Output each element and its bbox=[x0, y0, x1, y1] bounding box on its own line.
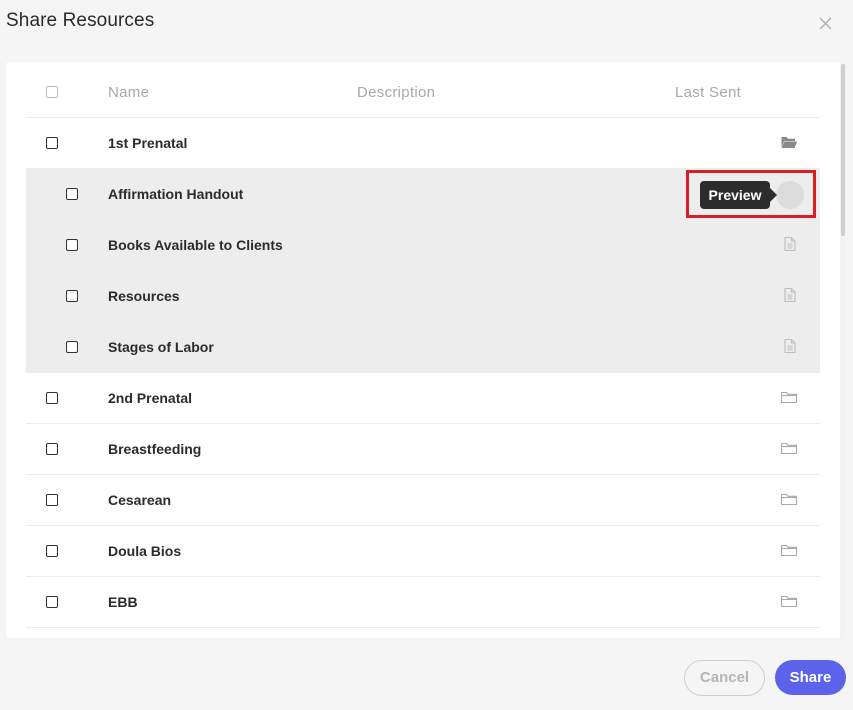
row-name: EBB bbox=[108, 594, 138, 610]
row-checkbox[interactable] bbox=[66, 239, 78, 251]
table-row[interactable]: Doula Bios bbox=[26, 526, 820, 577]
modal-title: Share Resources bbox=[6, 10, 155, 31]
row-name: 2nd Prenatal bbox=[108, 390, 193, 406]
row-checkbox[interactable] bbox=[46, 137, 58, 149]
column-header-last-sent[interactable]: Last Sent bbox=[675, 84, 741, 101]
resources-table: Name Description Last Sent 1st Prenatal A… bbox=[26, 62, 820, 628]
resources-panel: Name Description Last Sent 1st Prenatal A… bbox=[6, 62, 846, 638]
preview-button-hover[interactable] bbox=[776, 181, 804, 209]
column-header-name[interactable]: Name bbox=[108, 84, 149, 101]
row-checkbox[interactable] bbox=[66, 188, 78, 200]
row-name: 1st Prenatal bbox=[108, 135, 188, 151]
folder-icon[interactable] bbox=[780, 593, 798, 609]
preview-tooltip: Preview bbox=[700, 181, 777, 209]
select-all-checkbox[interactable] bbox=[46, 86, 58, 98]
table-row[interactable]: Stages of Labor bbox=[26, 322, 820, 373]
scrollbar-thumb[interactable] bbox=[841, 64, 845, 236]
row-name: Breastfeeding bbox=[108, 441, 202, 457]
modal-header: Share Resources bbox=[0, 0, 853, 44]
folder-icon[interactable] bbox=[780, 491, 798, 507]
folder-icon[interactable] bbox=[780, 542, 798, 558]
row-name: Affirmation Handout bbox=[108, 186, 244, 202]
row-name: Stages of Labor bbox=[108, 339, 214, 355]
file-document-icon[interactable] bbox=[783, 338, 797, 354]
row-checkbox[interactable] bbox=[46, 392, 58, 404]
table-row[interactable]: Resources bbox=[26, 271, 820, 322]
table-row[interactable]: 1st Prenatal bbox=[26, 118, 820, 169]
row-checkbox[interactable] bbox=[46, 443, 58, 455]
row-checkbox[interactable] bbox=[46, 596, 58, 608]
table-row[interactable]: Books Available to Clients bbox=[26, 220, 820, 271]
scrollbar[interactable] bbox=[840, 62, 846, 638]
row-checkbox[interactable] bbox=[46, 494, 58, 506]
folder-icon[interactable] bbox=[780, 440, 798, 456]
close-icon bbox=[819, 17, 832, 30]
row-name: Resources bbox=[108, 288, 180, 304]
column-header-description[interactable]: Description bbox=[357, 84, 435, 101]
row-name: Doula Bios bbox=[108, 543, 182, 559]
row-checkbox[interactable] bbox=[66, 290, 78, 302]
table-header: Name Description Last Sent bbox=[26, 62, 820, 118]
close-button[interactable] bbox=[814, 12, 836, 34]
folder-icon[interactable] bbox=[780, 389, 798, 405]
row-name: Books Available to Clients bbox=[108, 237, 283, 253]
row-checkbox[interactable] bbox=[66, 341, 78, 353]
row-name: Cesarean bbox=[108, 492, 172, 508]
table-row[interactable]: 2nd Prenatal bbox=[26, 373, 820, 424]
table-row[interactable]: EBB bbox=[26, 577, 820, 628]
file-document-icon[interactable] bbox=[783, 287, 797, 303]
share-button[interactable]: Share bbox=[775, 660, 846, 695]
file-document-icon[interactable] bbox=[783, 236, 797, 252]
folder-open-icon[interactable] bbox=[780, 134, 798, 150]
row-checkbox[interactable] bbox=[46, 545, 58, 557]
table-row[interactable]: Breastfeeding bbox=[26, 424, 820, 475]
table-row[interactable]: Cesarean bbox=[26, 475, 820, 526]
cancel-button[interactable]: Cancel bbox=[684, 660, 765, 696]
